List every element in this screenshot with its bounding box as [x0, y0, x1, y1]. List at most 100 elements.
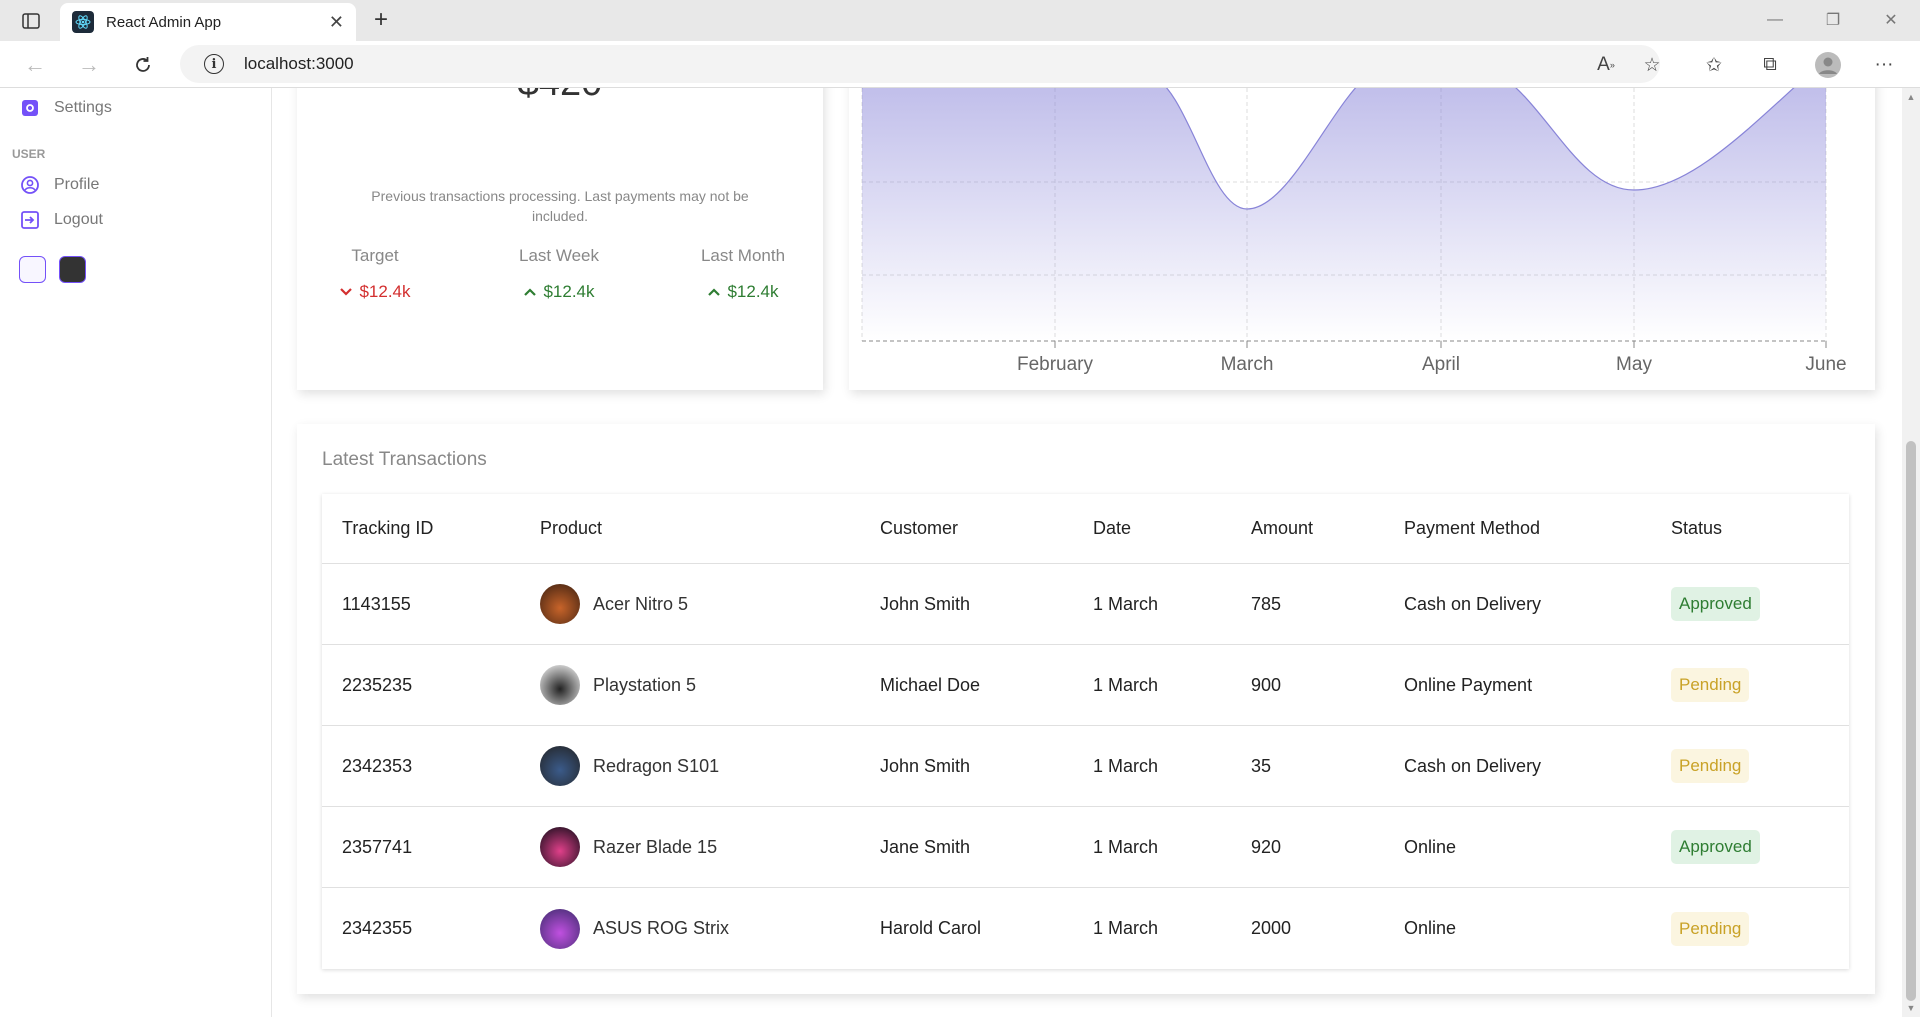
- restore-button[interactable]: ❐: [1818, 6, 1848, 34]
- header-amount[interactable]: Amount: [1251, 494, 1313, 563]
- cell-customer: Michael Doe: [880, 674, 981, 695]
- minimize-button[interactable]: ―: [1760, 6, 1790, 34]
- sidebar-section-title: USER: [12, 147, 46, 161]
- cell-amount: 785: [1251, 593, 1282, 614]
- cell-amount: 35: [1251, 755, 1272, 776]
- cell-customer: Jane Smith: [880, 836, 971, 857]
- table-row[interactable]: 2342355 ASUS ROG Strix Harold Carol 1 March…: [322, 888, 1849, 969]
- page-scrollbar[interactable]: ▲ ▼: [1902, 88, 1920, 1017]
- stat-value: $12.4k: [489, 282, 629, 302]
- tab-title: React Admin App: [106, 13, 222, 31]
- cell-amount: 2000: [1251, 918, 1292, 938]
- cell-date: 1 March: [1093, 593, 1159, 614]
- header-product[interactable]: Product: [540, 494, 602, 563]
- read-aloud-icon[interactable]: A»: [1592, 51, 1620, 79]
- cell-date: 1 March: [1093, 918, 1159, 938]
- latest-transactions-card: Latest Transactions Tracking ID Product …: [297, 424, 1875, 994]
- cell-payment-method: Online Payment: [1404, 674, 1533, 695]
- revenue-chart-card: February March April May June: [849, 88, 1875, 390]
- cell-status: Pending: [1671, 726, 1750, 806]
- cell-product: Razer Blade 15: [540, 807, 717, 887]
- forward-arrow-icon[interactable]: →: [74, 50, 104, 80]
- scroll-thumb[interactable]: [1906, 441, 1916, 1001]
- refresh-icon[interactable]: [128, 50, 158, 80]
- cell-customer: John Smith: [880, 755, 971, 776]
- scroll-up-icon[interactable]: ▲: [1906, 92, 1916, 102]
- cell-date: 1 March: [1093, 674, 1159, 695]
- stat-value-text: $12.4k: [359, 282, 411, 301]
- table-row[interactable]: 1143155 Acer Nitro 5 John Smith 1 March 785 C…: [322, 564, 1849, 645]
- x-tick-label: June: [1805, 354, 1846, 375]
- cell-date: 1 March: [1093, 755, 1159, 776]
- table-body: 1143155 Acer Nitro 5 John Smith 1 March 785 C…: [322, 564, 1849, 969]
- status-badge: Pending: [1671, 911, 1750, 946]
- profile-avatar-icon[interactable]: [1814, 51, 1842, 79]
- tab-actions-icon[interactable]: [14, 8, 48, 34]
- x-tick-label: April: [1422, 354, 1460, 375]
- stat-last-month: Last Month $12.4k: [673, 246, 813, 302]
- cell-status: Approved: [1671, 807, 1760, 887]
- page-content: Settings USER Profile Logout $420 Previo…: [0, 88, 1920, 1017]
- header-tracking-id[interactable]: Tracking ID: [342, 494, 433, 563]
- cell-customer: Harold Carol: [880, 918, 982, 938]
- cell-product: Redragon S101: [540, 726, 719, 806]
- more-menu-icon[interactable]: ···: [1870, 51, 1898, 79]
- table-row[interactable]: 2357741 Razer Blade 15 Jane Smith 1 March 92…: [322, 807, 1849, 888]
- stat-target: Target $12.4k: [305, 246, 445, 302]
- back-arrow-icon[interactable]: ←: [20, 50, 50, 80]
- product-name: ASUS ROG Strix: [593, 918, 730, 938]
- cell-tracking-id: 2342353: [342, 755, 413, 776]
- stat-title: Last Month: [700, 246, 786, 265]
- stat-last-week: Last Week $12.4k: [489, 246, 629, 302]
- table-row[interactable]: 2235235 Playstation 5 Michael Doe 1 March 90…: [322, 645, 1849, 726]
- sidebar-item-label: Logout: [54, 211, 103, 228]
- stat-title: Target: [351, 246, 399, 265]
- table-row[interactable]: 2342353 Redragon S101 John Smith 1 March 35 C…: [322, 726, 1849, 807]
- sidebar: Settings USER Profile Logout: [0, 88, 272, 1017]
- table-header-row: Tracking ID Product Customer Date Amount…: [322, 494, 1849, 564]
- site-info-icon[interactable]: i: [204, 54, 224, 74]
- close-window-button[interactable]: ✕: [1876, 6, 1906, 34]
- sidebar-item-profile[interactable]: Profile: [20, 170, 99, 200]
- account-circle-icon: [20, 175, 40, 195]
- product-name: Acer Nitro 5: [593, 593, 689, 614]
- add-favorite-icon[interactable]: ☆: [1638, 51, 1666, 79]
- header-date[interactable]: Date: [1093, 494, 1131, 563]
- product-image: [540, 746, 580, 786]
- cell-tracking-id: 1143155: [342, 593, 411, 614]
- dark-theme-swatch[interactable]: [59, 256, 86, 283]
- cell-payment-method: Online: [1404, 836, 1457, 857]
- area-fill: [862, 88, 1826, 341]
- light-theme-swatch[interactable]: [19, 256, 46, 283]
- collections-icon[interactable]: ⧉: [1756, 51, 1784, 79]
- status-badge: Pending: [1671, 668, 1750, 702]
- new-tab-button[interactable]: +: [368, 6, 394, 34]
- exit-icon: [20, 210, 40, 230]
- header-payment-method[interactable]: Payment Method: [1404, 494, 1540, 563]
- x-tick-label: March: [1221, 354, 1274, 375]
- product-image: [540, 584, 580, 624]
- stat-value: $12.4k: [305, 282, 445, 302]
- browser-tab[interactable]: React Admin App ✕: [60, 3, 356, 41]
- favorites-icon[interactable]: ✩: [1700, 51, 1728, 79]
- stat-title: Last Week: [518, 246, 599, 265]
- cell-payment-method: Online: [1404, 918, 1457, 938]
- cell-date: 1 March: [1093, 836, 1159, 857]
- cell-product: Playstation 5: [540, 645, 696, 725]
- sidebar-item-label: Settings: [54, 99, 112, 116]
- stat-value-text: $12.4k: [727, 282, 779, 301]
- cell-status: Approved: [1671, 564, 1760, 644]
- header-status[interactable]: Status: [1671, 494, 1722, 563]
- address-bar[interactable]: i localhost:3000: [180, 45, 1660, 83]
- sidebar-item-settings[interactable]: Settings: [20, 93, 112, 123]
- cell-customer: John Smith: [880, 593, 971, 614]
- area-chart: February March April May June: [861, 88, 1847, 375]
- header-customer[interactable]: Customer: [880, 494, 958, 563]
- close-tab-icon[interactable]: ✕: [329, 12, 344, 33]
- chevron-up-icon: [524, 288, 537, 296]
- scroll-down-icon[interactable]: ▼: [1906, 1003, 1916, 1013]
- product-image: [540, 908, 580, 949]
- transactions-table: Tracking ID Product Customer Date Amount…: [322, 494, 1849, 969]
- sidebar-item-logout[interactable]: Logout: [20, 205, 103, 235]
- product-image: [540, 665, 580, 705]
